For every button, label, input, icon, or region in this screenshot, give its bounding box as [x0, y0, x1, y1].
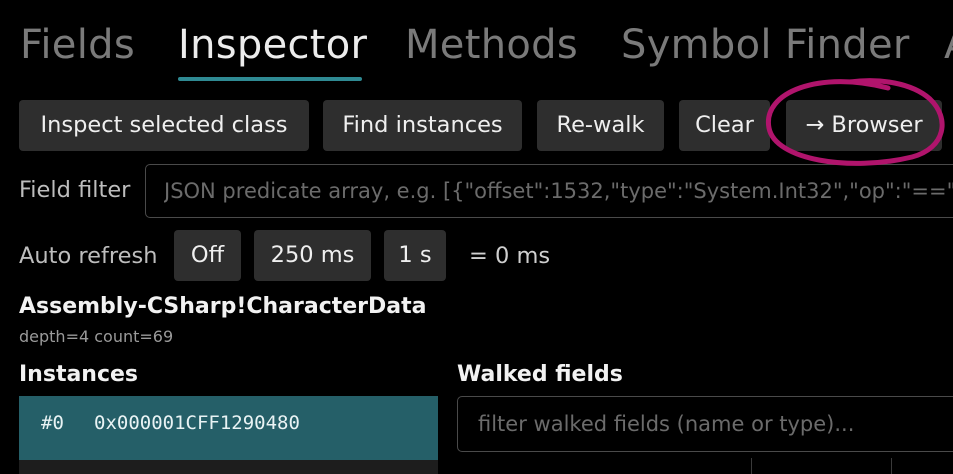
- class-name-title: Assembly-CSharp!CharacterData: [19, 294, 427, 319]
- browser-button[interactable]: → Browser: [786, 100, 942, 151]
- clear-button[interactable]: Clear: [679, 100, 770, 151]
- tab-fields[interactable]: Fields: [20, 20, 135, 70]
- field-filter-label: Field filter: [19, 177, 131, 203]
- walked-fields-heading: Walked fields: [457, 362, 623, 387]
- field-filter-input[interactable]: [145, 164, 953, 218]
- refresh-off-button[interactable]: Off: [174, 230, 241, 281]
- tab-inspector[interactable]: Inspector: [178, 20, 367, 70]
- tab-bar: Fields Inspector Methods Symbol Finder A: [0, 0, 953, 82]
- tab-symbol-finder[interactable]: Symbol Finder: [621, 20, 910, 70]
- refresh-interval-status: = 0 ms: [469, 243, 551, 269]
- walked-fields-filter-input[interactable]: [457, 396, 953, 452]
- rewalk-button[interactable]: Re-walk: [537, 100, 664, 151]
- instance-address: 0x000001CFF1290480: [94, 412, 300, 434]
- inspect-selected-class-button[interactable]: Inspect selected class: [19, 100, 309, 151]
- tab-methods[interactable]: Methods: [405, 20, 578, 70]
- find-instances-button[interactable]: Find instances: [323, 100, 522, 151]
- class-meta: depth=4 count=69: [19, 327, 174, 346]
- auto-refresh-label: Auto refresh: [19, 243, 158, 269]
- column-divider: [751, 458, 752, 474]
- active-tab-indicator: [178, 77, 362, 81]
- instance-row-partial[interactable]: [19, 460, 438, 474]
- refresh-1s-button[interactable]: 1 s: [384, 230, 446, 281]
- tab-overflow[interactable]: A: [944, 20, 953, 70]
- instance-index: #0: [41, 412, 64, 434]
- instance-row[interactable]: #0 0x000001CFF1290480: [19, 396, 438, 460]
- refresh-250ms-button[interactable]: 250 ms: [254, 230, 371, 281]
- instances-heading: Instances: [19, 362, 139, 387]
- column-divider: [891, 458, 892, 474]
